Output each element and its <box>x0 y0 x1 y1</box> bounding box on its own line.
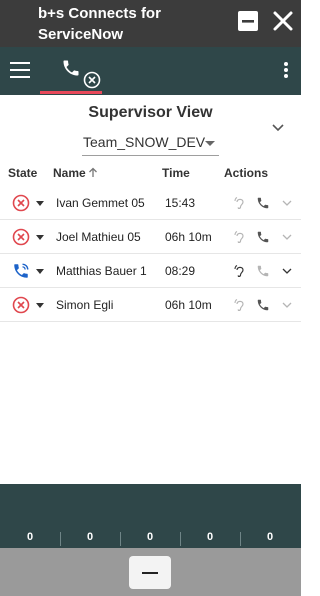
agent-time: 15:43 <box>165 196 196 210</box>
dropdown-arrow-icon <box>205 141 215 146</box>
table-row[interactable]: Joel Mathieu 05 06h 10m <box>0 222 301 254</box>
sort-ascending-icon <box>88 167 97 177</box>
title-bar: b+s Connects for ServiceNow <box>0 0 301 47</box>
agent-name: Simon Egli <box>56 298 114 312</box>
stats-bar: 0 0 0 0 0 <box>0 484 301 548</box>
header-time[interactable]: Time <box>162 166 190 180</box>
collapse-panel-button[interactable] <box>270 120 286 136</box>
agent-name: Joel Mathieu 05 <box>56 230 141 244</box>
not-ready-badge-icon <box>83 71 101 89</box>
minimize-panel-button[interactable] <box>129 556 171 589</box>
team-select[interactable]: Team_SNOW_DEV <box>82 130 219 156</box>
close-window-button[interactable] <box>271 9 295 33</box>
active-tab-indicator <box>40 91 102 94</box>
agent-time: 06h 10m <box>165 298 212 312</box>
queue-counts: 0 0 0 0 0 <box>0 527 301 547</box>
count-value: 0 <box>146 531 154 543</box>
team-select-value: Team_SNOW_DEV <box>83 134 206 150</box>
count-value: 0 <box>206 531 214 543</box>
state-dropdown-button[interactable] <box>36 235 44 240</box>
state-dropdown-button[interactable] <box>36 303 44 308</box>
ear-icon[interactable] <box>233 230 247 244</box>
phone-icon <box>63 60 79 76</box>
not-ready-icon <box>12 194 30 212</box>
agent-time: 08:29 <box>165 264 196 278</box>
phone-icon[interactable] <box>256 298 270 312</box>
state-dropdown-button[interactable] <box>36 269 44 274</box>
close-icon <box>273 11 293 31</box>
count-value: 0 <box>86 531 94 543</box>
phone-tab[interactable] <box>40 47 102 95</box>
toolbar <box>0 47 301 95</box>
ear-icon[interactable] <box>233 196 247 210</box>
count-value: 0 <box>26 531 34 543</box>
hamburger-icon <box>10 62 30 64</box>
chevron-down-icon[interactable] <box>280 196 294 210</box>
phone-icon[interactable] <box>256 230 270 244</box>
menu-button[interactable] <box>10 62 30 78</box>
phone-icon[interactable] <box>256 196 270 210</box>
count-value: 0 <box>266 531 274 543</box>
agent-time: 06h 10m <box>165 230 212 244</box>
chevron-down-icon[interactable] <box>280 230 294 244</box>
ear-icon[interactable] <box>233 264 247 278</box>
minimize-button[interactable] <box>236 9 260 33</box>
table-row[interactable]: Simon Egli 06h 10m <box>0 290 301 322</box>
agent-name: Ivan Gemmet 05 <box>56 196 145 210</box>
agent-table-header: State Name Time Actions <box>0 166 301 184</box>
more-options-button[interactable] <box>283 62 289 80</box>
table-row[interactable]: Matthias Bauer 1 08:29 <box>0 256 301 288</box>
minus-icon <box>142 572 158 574</box>
table-row[interactable]: Ivan Gemmet 05 15:43 <box>0 188 301 220</box>
chevron-down-icon <box>272 124 284 132</box>
phone-icon[interactable] <box>256 264 270 278</box>
more-vert-icon <box>284 62 288 66</box>
supervisor-view-title: Supervisor View <box>88 104 213 121</box>
ear-icon[interactable] <box>233 298 247 312</box>
header-name[interactable]: Name <box>53 166 98 180</box>
footer <box>0 548 301 596</box>
header-actions: Actions <box>224 166 269 180</box>
header-state[interactable]: State <box>8 166 37 180</box>
on-call-icon <box>14 263 29 278</box>
state-dropdown-button[interactable] <box>36 201 44 206</box>
not-ready-icon <box>12 296 30 314</box>
chevron-down-icon[interactable] <box>280 298 294 312</box>
not-ready-icon <box>12 228 30 246</box>
window-title: b+s Connects for ServiceNow <box>38 5 161 43</box>
agent-name: Matthias Bauer 1 <box>56 264 147 278</box>
chevron-down-icon[interactable] <box>280 264 294 278</box>
minimize-icon <box>238 11 258 31</box>
